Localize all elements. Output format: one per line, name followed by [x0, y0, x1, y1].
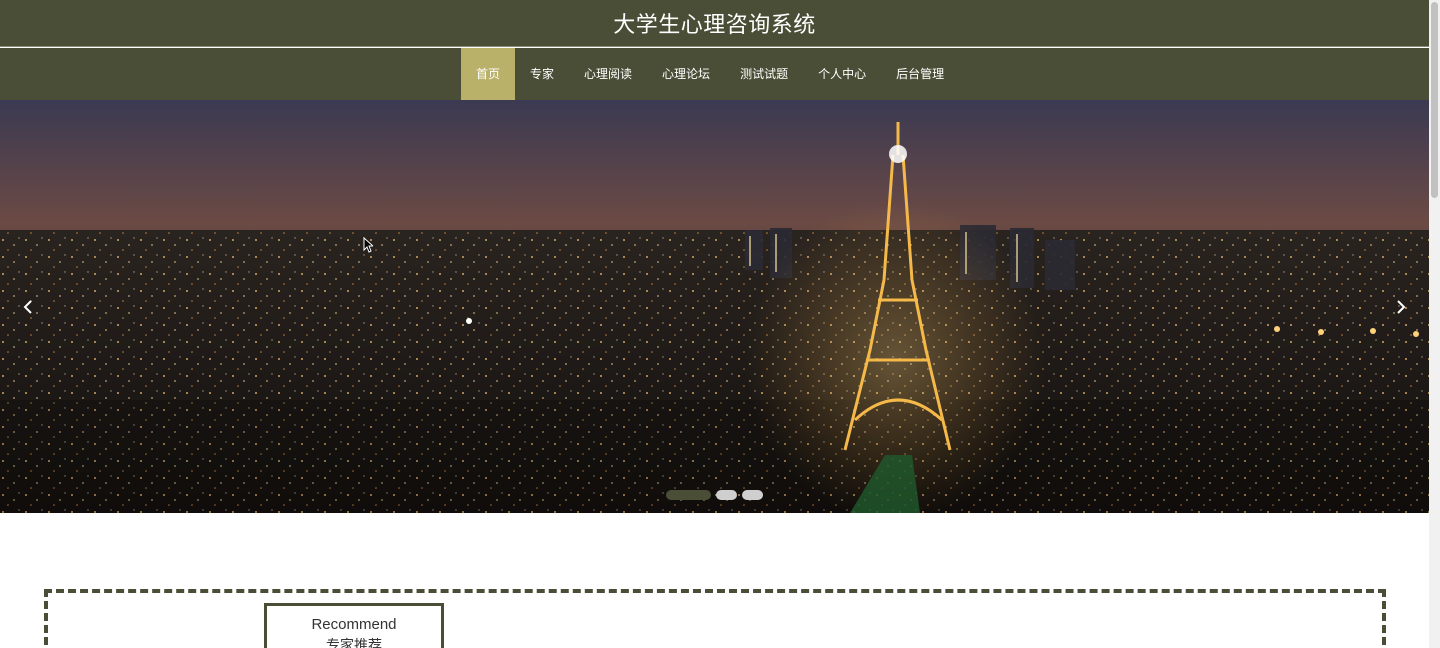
carousel-next-button[interactable] — [1387, 293, 1415, 321]
site-title: 大学生心理咨询系统 — [613, 13, 816, 38]
nav-item-reading[interactable]: 心理阅读 — [569, 48, 647, 100]
carousel-dot-3[interactable] — [742, 490, 763, 500]
nav-item-tests[interactable]: 测试试题 — [725, 48, 803, 100]
carousel-indicators — [666, 490, 763, 500]
chevron-left-icon — [23, 300, 32, 314]
page-scrollbar[interactable] — [1429, 0, 1440, 648]
nav-item-forum[interactable]: 心理论坛 — [647, 48, 725, 100]
banner-image — [0, 100, 1429, 513]
mouse-cursor-icon — [363, 237, 373, 253]
carousel-dot-2[interactable] — [716, 490, 737, 500]
scrollbar-thumb[interactable] — [1431, 2, 1438, 198]
main-nav: 首页 专家 心理阅读 心理论坛 测试试题 个人中心 后台管理 — [0, 48, 1429, 100]
nav-item-admin[interactable]: 后台管理 — [881, 48, 959, 100]
carousel-dot-1[interactable] — [666, 490, 711, 500]
chevron-right-icon — [1397, 300, 1406, 314]
carousel-prev-button[interactable] — [14, 293, 42, 321]
recommend-heading: Recommend 专家推荐 — [264, 603, 444, 648]
recommend-section — [44, 589, 1386, 648]
site-header: 大学生心理咨询系统 — [0, 0, 1429, 47]
nav-item-experts[interactable]: 专家 — [515, 48, 569, 100]
nav-item-profile[interactable]: 个人中心 — [803, 48, 881, 100]
banner-carousel — [0, 100, 1429, 513]
nav-list: 首页 专家 心理阅读 心理论坛 测试试题 个人中心 后台管理 — [461, 48, 959, 100]
recommend-title-en: Recommend — [311, 616, 397, 633]
recommend-title-cn: 专家推荐 — [326, 638, 382, 648]
nav-item-home[interactable]: 首页 — [461, 48, 516, 100]
